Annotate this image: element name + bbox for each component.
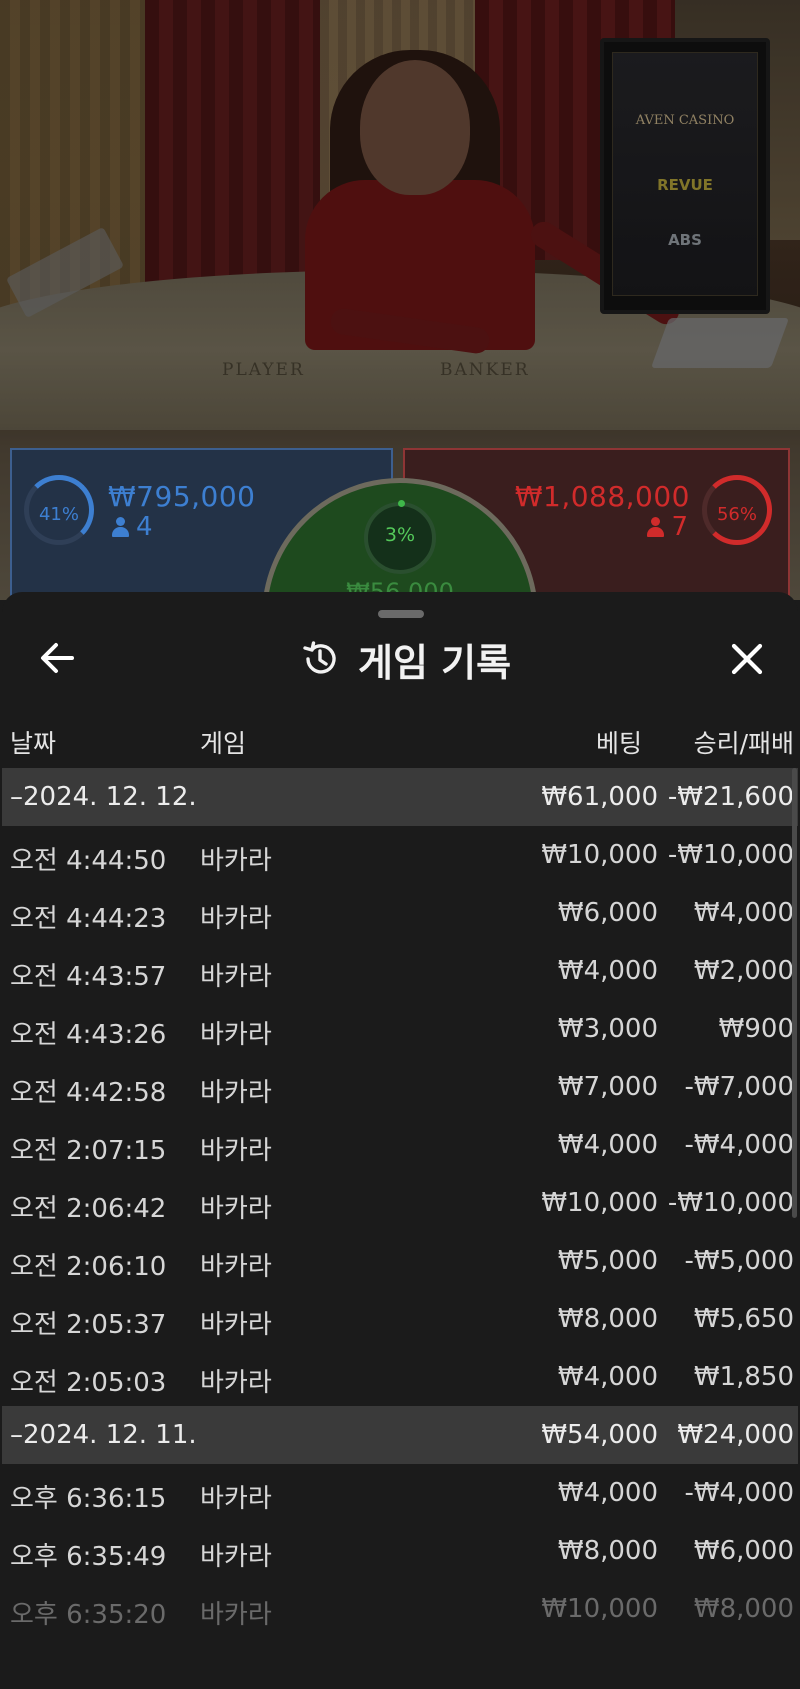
row-game: 바카라 (200, 904, 272, 934)
row-game: 바카라 (200, 1020, 272, 1050)
row-win: ₩4,000 (693, 898, 794, 928)
row-win: ₩6,000 (693, 1536, 794, 1566)
date-group-header[interactable]: –2024. 12. 11. ₩54,000 ₩24,000 (2, 1406, 798, 1464)
history-row[interactable]: 오전 4:43:26 바카라 ₩3,000 ₩900 (2, 1000, 798, 1058)
player-bettor-count: 4 (112, 512, 153, 542)
column-header-bet[interactable]: 베팅 (596, 724, 642, 760)
row-win: -₩10,000 (667, 840, 794, 870)
history-row[interactable]: 오전 4:42:58 바카라 ₩7,000 -₩7,000 (2, 1058, 798, 1116)
player-percent-ring: 41% (24, 475, 94, 545)
tie-percent: 3% (384, 524, 416, 546)
history-icon (303, 641, 336, 674)
row-win: ₩900 (718, 1014, 794, 1044)
player-bet-amount: ₩795,000 (108, 480, 256, 513)
row-game: 바카라 (200, 1484, 272, 1514)
history-row[interactable]: 오전 2:05:03 바카라 ₩4,000 ₩1,850 (2, 1348, 798, 1406)
row-game: 바카라 (200, 1600, 272, 1630)
row-time: 오전 2:05:37 (10, 1310, 167, 1340)
row-game: 바카라 (200, 1078, 272, 1108)
row-time: 오후 6:35:20 (10, 1600, 167, 1630)
row-time: 오전 4:44:50 (10, 846, 167, 876)
history-row[interactable]: 오전 2:06:42 바카라 ₩10,000 -₩10,000 (2, 1174, 798, 1232)
row-bet: ₩10,000 (541, 1594, 658, 1624)
column-header-win-loss[interactable]: 승리/패배 (694, 724, 794, 760)
row-bet: ₩6,000 (557, 898, 658, 928)
history-row[interactable]: 오전 2:06:10 바카라 ₩5,000 -₩5,000 (2, 1232, 798, 1290)
row-time: 오전 4:44:23 (10, 904, 167, 934)
history-row[interactable]: 오전 2:07:15 바카라 ₩4,000 -₩4,000 (2, 1116, 798, 1174)
row-win: ₩8,000 (693, 1594, 794, 1624)
row-game: 바카라 (200, 1194, 272, 1224)
group-date: –2024. 12. 11. (10, 1420, 197, 1450)
close-icon (731, 643, 763, 675)
row-bet: ₩8,000 (557, 1536, 658, 1566)
row-bet: ₩5,000 (557, 1246, 658, 1276)
history-row[interactable]: 오전 4:44:23 바카라 ₩6,000 ₩4,000 (2, 884, 798, 942)
history-row[interactable]: 오후 6:35:20 바카라 ₩10,000 ₩8,000 (2, 1580, 798, 1638)
row-time: 오전 4:42:58 (10, 1078, 167, 1108)
row-time: 오전 2:06:10 (10, 1252, 167, 1282)
column-header-game[interactable]: 게임 (200, 724, 246, 760)
history-row[interactable]: 오전 4:44:50 바카라 ₩10,000 -₩10,000 (2, 826, 798, 884)
row-win: -₩7,000 (684, 1072, 794, 1102)
row-bet: ₩4,000 (557, 1130, 658, 1160)
row-win: -₩10,000 (667, 1188, 794, 1218)
history-row[interactable]: 오후 6:35:49 바카라 ₩8,000 ₩6,000 (2, 1522, 798, 1580)
row-game: 바카라 (200, 846, 272, 876)
row-bet: ₩3,000 (557, 1014, 658, 1044)
row-win: -₩5,000 (684, 1246, 794, 1276)
banker-percent: 56% (716, 504, 757, 525)
person-icon (112, 517, 129, 537)
history-row[interactable]: 오전 2:05:37 바카라 ₩8,000 ₩5,650 (2, 1290, 798, 1348)
row-time: 오전 2:05:03 (10, 1368, 167, 1398)
row-win: ₩2,000 (693, 956, 794, 986)
game-history-sheet: 게임 기록 날짜 게임 베팅 승리/패배 –2024. 12. 12. ₩61,… (2, 592, 798, 1689)
row-bet: ₩4,000 (557, 956, 658, 986)
scrollbar[interactable] (792, 768, 797, 1218)
row-game: 바카라 (200, 1310, 272, 1340)
row-time: 오후 6:36:15 (10, 1484, 167, 1514)
close-button[interactable] (720, 632, 774, 686)
banker-bettor-count: 7 (647, 512, 688, 542)
row-bet: ₩7,000 (557, 1072, 658, 1102)
row-win: ₩5,650 (693, 1304, 794, 1334)
banker-percent-ring: 56% (702, 475, 772, 545)
column-header-date[interactable]: 날짜 (10, 724, 56, 760)
row-bet: ₩4,000 (557, 1478, 658, 1508)
row-time: 오후 6:35:49 (10, 1542, 167, 1572)
row-win: ₩1,850 (693, 1362, 794, 1392)
group-date: –2024. 12. 12. (10, 782, 197, 812)
sheet-title-text: 게임 기록 (358, 640, 512, 685)
row-game: 바카라 (200, 1368, 272, 1398)
date-group-header[interactable]: –2024. 12. 12. ₩61,000 -₩21,600 (2, 768, 798, 826)
back-button[interactable] (32, 632, 84, 684)
row-time: 오전 4:43:57 (10, 962, 167, 992)
sheet-title: 게임 기록 (300, 634, 512, 685)
group-bet-total: ₩54,000 (541, 1420, 658, 1450)
arrow-left-icon (41, 643, 74, 673)
row-game: 바카라 (200, 1542, 272, 1572)
row-bet: ₩4,000 (557, 1362, 658, 1392)
row-time: 오전 2:07:15 (10, 1136, 167, 1166)
group-win-total: -₩21,600 (667, 782, 794, 812)
history-row[interactable]: 오전 4:43:57 바카라 ₩4,000 ₩2,000 (2, 942, 798, 1000)
row-bet: ₩8,000 (557, 1304, 658, 1334)
row-win: -₩4,000 (684, 1478, 794, 1508)
person-icon (647, 517, 665, 537)
row-game: 바카라 (200, 1252, 272, 1282)
row-bet: ₩10,000 (541, 1188, 658, 1218)
group-win-total: ₩24,000 (677, 1420, 794, 1450)
row-time: 오전 2:06:42 (10, 1194, 167, 1224)
sheet-drag-handle[interactable] (378, 610, 424, 618)
row-bet: ₩10,000 (541, 840, 658, 870)
banker-bet-amount: ₩1,088,000 (514, 480, 690, 513)
history-list[interactable]: –2024. 12. 12. ₩61,000 -₩21,600 오전 4:44:… (2, 768, 798, 1638)
history-row[interactable]: 오후 6:36:15 바카라 ₩4,000 -₩4,000 (2, 1464, 798, 1522)
row-win: -₩4,000 (684, 1130, 794, 1160)
row-game: 바카라 (200, 962, 272, 992)
player-percent: 41% (38, 504, 79, 525)
row-time: 오전 4:43:26 (10, 1020, 167, 1050)
row-game: 바카라 (200, 1136, 272, 1166)
group-bet-total: ₩61,000 (541, 782, 658, 812)
